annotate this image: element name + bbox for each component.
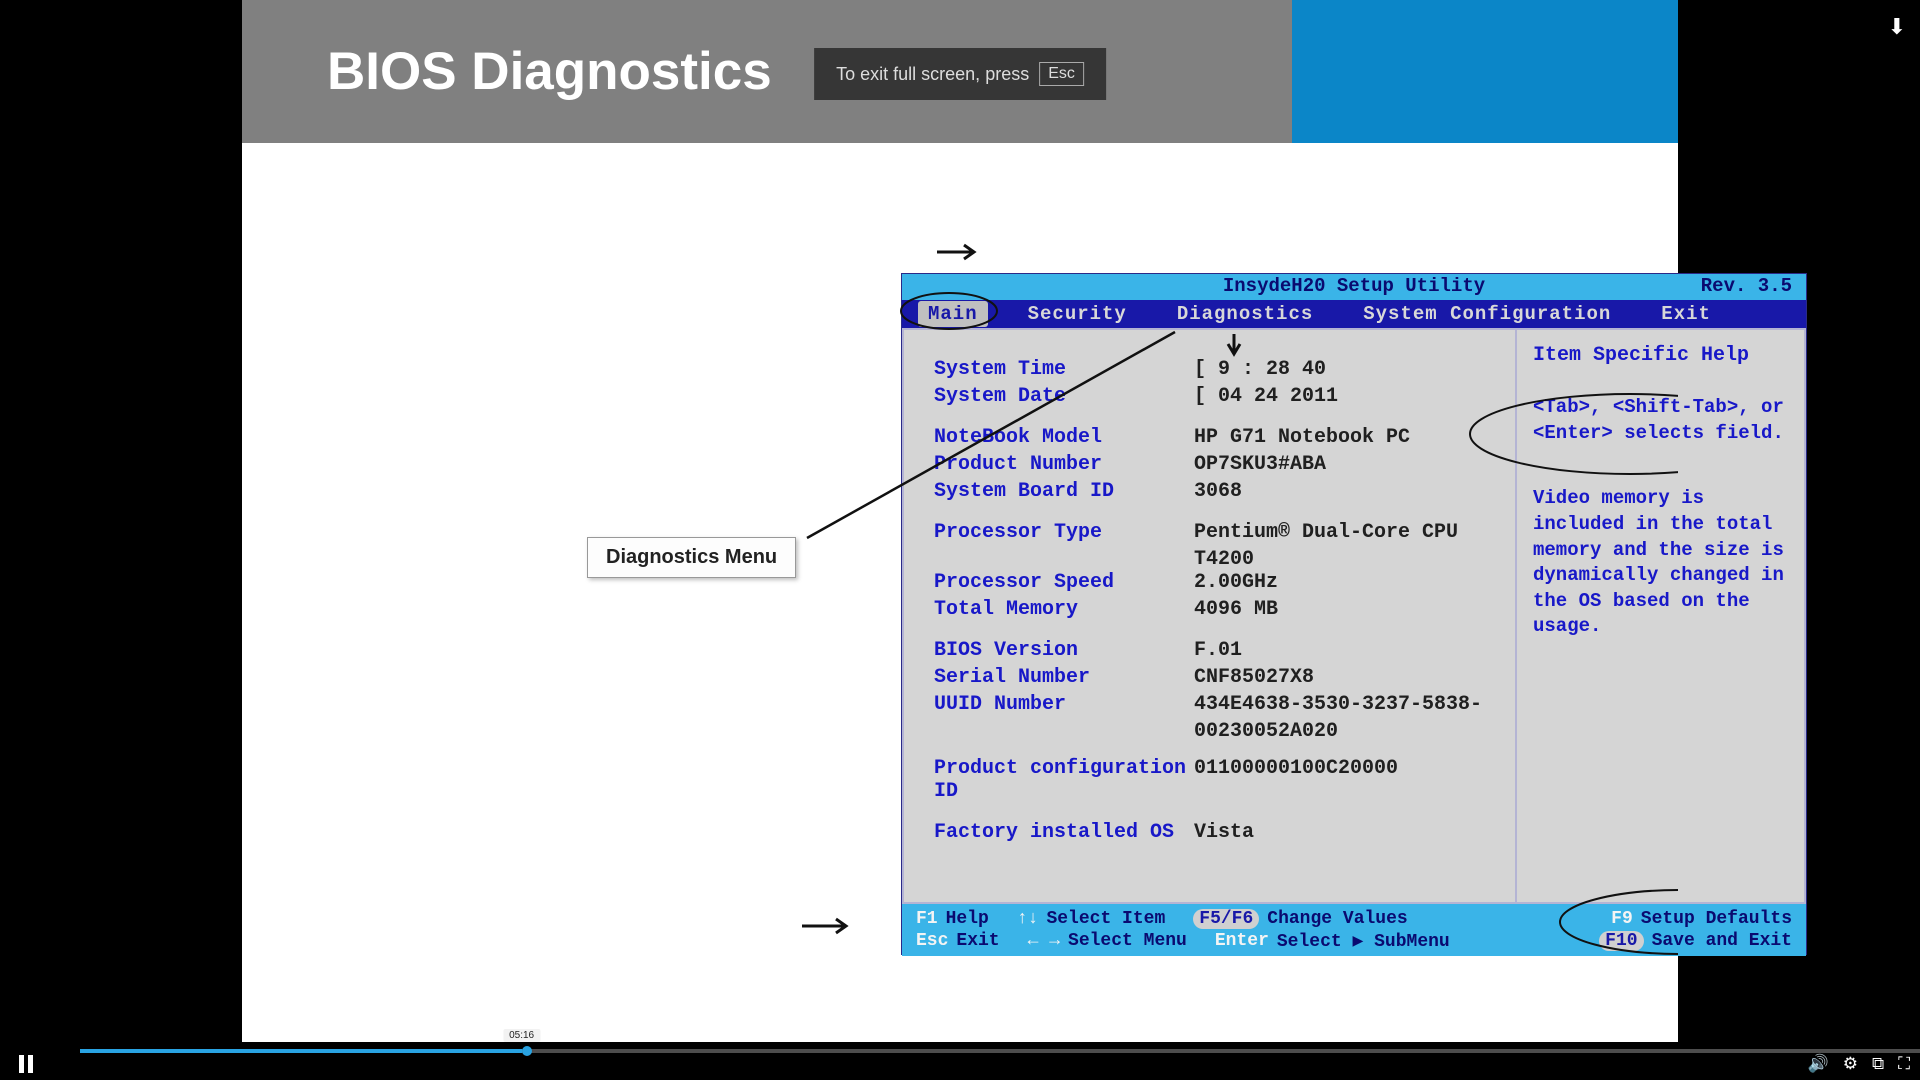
footer-help: F1Help	[916, 909, 989, 929]
esc-toast-text: To exit full screen, press	[836, 64, 1029, 85]
notebook-model-value: HP G71 Notebook PC	[1194, 426, 1497, 449]
video-time-bubble: 05:16	[503, 1029, 540, 1042]
help-select-field-text: <Tab>, <Shift-Tab>, or <Enter> selects f…	[1533, 395, 1788, 446]
footer-save-exit: F10Save and Exit	[1599, 930, 1792, 952]
total-memory-label: Total Memory	[934, 598, 1194, 621]
bios-help-panel: Item Specific Help <Tab>, <Shift-Tab>, o…	[1516, 328, 1806, 904]
footer-select-item: ↑↓Select Item	[1017, 909, 1165, 929]
uuid-value: 434E4638-3530-3237-5838-	[1194, 693, 1497, 716]
bios-revision: Rev. 3.5	[1701, 274, 1792, 298]
system-time-value[interactable]: [ 9 : 28 40	[1194, 358, 1497, 381]
system-date-label: System Date	[934, 385, 1194, 408]
bios-utility-title: InsydeH20 Setup Utility	[1223, 275, 1485, 297]
esc-key-label: Esc	[1039, 62, 1084, 86]
notebook-model-label: NoteBook Model	[934, 426, 1194, 449]
bios-tabs: Main Security Diagnostics System Configu…	[902, 300, 1806, 328]
video-controls: 05:16 🔊 ⚙ ⧉ ⛶	[0, 1047, 1920, 1080]
slide-title: BIOS Diagnostics	[327, 41, 772, 102]
system-date-value[interactable]: [ 04 24 2011	[1194, 385, 1497, 408]
footer-exit: EscExit	[916, 930, 1000, 952]
help-panel-title: Item Specific Help	[1533, 344, 1788, 367]
footer-change-values: F5/F6Change Values	[1193, 909, 1407, 929]
diagnostics-menu-callout: Diagnostics Menu	[587, 537, 796, 578]
serial-number-label: Serial Number	[934, 666, 1194, 689]
video-scrubber[interactable]	[522, 1046, 532, 1056]
tab-security[interactable]: Security	[1018, 301, 1137, 327]
total-memory-value: 4096 MB	[1194, 598, 1497, 621]
footer-select-menu: ← →Select Menu	[1028, 930, 1187, 952]
product-number-label: Product Number	[934, 453, 1194, 476]
footer-setup-defaults: F9Setup Defaults	[1611, 909, 1792, 929]
processor-type-value-2: T4200	[934, 548, 1497, 571]
bios-version-label: BIOS Version	[934, 639, 1194, 662]
bios-version-value: F.01	[1194, 639, 1497, 662]
slide-header-accent	[1292, 0, 1678, 143]
fullscreen-icon[interactable]: ⛶	[1898, 1054, 1910, 1074]
help-video-memory-text: Video memory is included in the total me…	[1533, 486, 1788, 640]
pip-icon[interactable]: ⧉	[1872, 1054, 1884, 1074]
footer-select-submenu: EnterSelect ▶ SubMenu	[1215, 930, 1450, 952]
video-progress-fill	[80, 1049, 522, 1053]
processor-type-label: Processor Type	[934, 521, 1194, 544]
processor-speed-label: Processor Speed	[934, 571, 1194, 594]
bios-footer: F1Help ↑↓Select Item F5/F6Change Values …	[902, 904, 1806, 956]
bios-main-panel: System Time[ 9 : 28 40 System Date[ 04 2…	[902, 328, 1516, 904]
tab-main[interactable]: Main	[918, 301, 988, 327]
tab-diagnostics[interactable]: Diagnostics	[1167, 301, 1323, 327]
serial-number-value: CNF85027X8	[1194, 666, 1497, 689]
bios-titlebar: InsydeH20 Setup Utility Rev. 3.5	[902, 274, 1806, 300]
processor-type-value: Pentium® Dual-Core CPU	[1194, 521, 1497, 544]
uuid-value-2: 00230052A020	[934, 720, 1497, 743]
system-board-value: 3068	[1194, 480, 1497, 503]
volume-icon[interactable]: 🔊	[1808, 1054, 1829, 1074]
download-icon[interactable]: ⬇	[1888, 14, 1906, 40]
slide-header: BIOS Diagnostics	[242, 0, 1292, 143]
fullscreen-esc-toast: To exit full screen, press Esc	[814, 48, 1106, 100]
product-number-value: OP7SKU3#ABA	[1194, 453, 1497, 476]
factory-os-label: Factory installed OS	[934, 821, 1194, 844]
pause-button[interactable]	[0, 1055, 52, 1073]
video-progress-track[interactable]: 05:16	[80, 1049, 1920, 1053]
system-board-label: System Board ID	[934, 480, 1194, 503]
factory-os-value: Vista	[1194, 821, 1497, 844]
uuid-label: UUID Number	[934, 693, 1194, 716]
product-config-label: Product configuration ID	[934, 757, 1194, 803]
tab-system-configuration[interactable]: System Configuration	[1353, 301, 1621, 327]
product-config-value: 01100000100C20000	[1194, 757, 1497, 803]
tab-exit[interactable]: Exit	[1651, 301, 1721, 327]
bios-setup-window: InsydeH20 Setup Utility Rev. 3.5 Main Se…	[901, 273, 1807, 955]
system-time-label: System Time	[934, 358, 1194, 381]
processor-speed-value: 2.00GHz	[1194, 571, 1497, 594]
settings-icon[interactable]: ⚙	[1843, 1054, 1858, 1074]
